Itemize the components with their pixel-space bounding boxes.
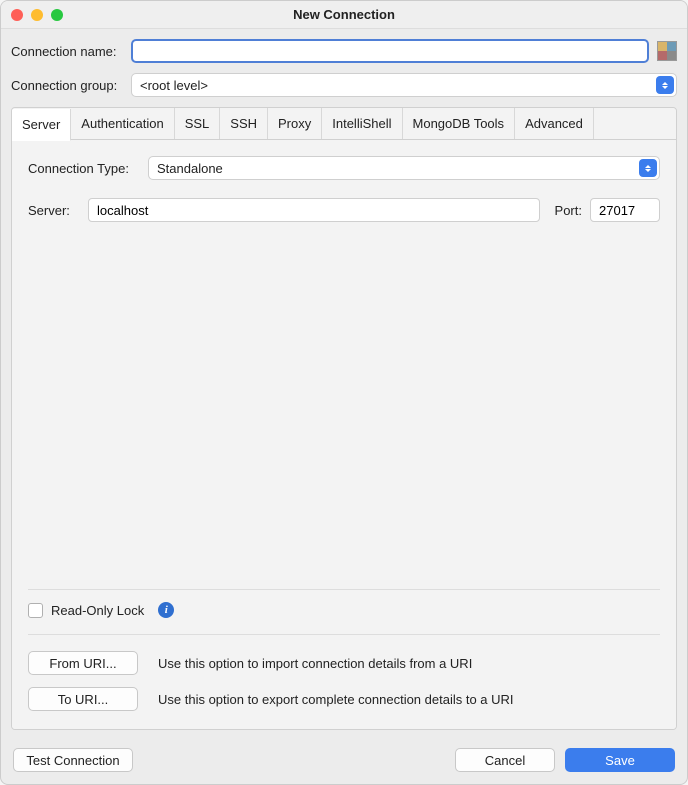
connection-name-input[interactable] bbox=[131, 39, 649, 63]
zoom-icon[interactable] bbox=[51, 9, 63, 21]
tab-ssl[interactable]: SSL bbox=[175, 108, 221, 139]
port-input[interactable] bbox=[590, 198, 660, 222]
tab-mongodb-tools[interactable]: MongoDB Tools bbox=[403, 108, 516, 139]
connection-group-value: <root level> bbox=[140, 78, 208, 93]
tab-authentication[interactable]: Authentication bbox=[71, 108, 174, 139]
tab-intellishell[interactable]: IntelliShell bbox=[322, 108, 402, 139]
window-controls bbox=[11, 1, 63, 28]
tab-proxy[interactable]: Proxy bbox=[268, 108, 322, 139]
titlebar: New Connection bbox=[1, 1, 687, 29]
minimize-icon[interactable] bbox=[31, 9, 43, 21]
divider bbox=[28, 634, 660, 635]
form-spacer bbox=[28, 240, 660, 585]
dialog-content: Connection name: Connection group: <root… bbox=[1, 29, 687, 738]
tab-container: Server Authentication SSL SSH Proxy Inte… bbox=[11, 107, 677, 730]
close-icon[interactable] bbox=[11, 9, 23, 21]
cancel-button[interactable]: Cancel bbox=[455, 748, 555, 772]
tab-advanced[interactable]: Advanced bbox=[515, 108, 594, 139]
save-button[interactable]: Save bbox=[565, 748, 675, 772]
tab-server[interactable]: Server bbox=[12, 109, 71, 141]
dialog-window: New Connection Connection name: Connecti… bbox=[0, 0, 688, 785]
connection-group-label: Connection group: bbox=[11, 78, 131, 93]
connection-type-row: Connection Type: Standalone bbox=[28, 156, 660, 180]
info-icon[interactable]: i bbox=[158, 602, 174, 618]
to-uri-row: To URI... Use this option to export comp… bbox=[28, 681, 660, 717]
server-row: Server: Port: bbox=[28, 198, 660, 222]
connection-type-value: Standalone bbox=[157, 161, 223, 176]
color-picker-icon[interactable] bbox=[657, 41, 677, 61]
chevron-updown-icon bbox=[639, 159, 657, 177]
connection-name-label: Connection name: bbox=[11, 44, 131, 59]
from-uri-row: From URI... Use this option to import co… bbox=[28, 645, 660, 681]
readonly-label: Read-Only Lock bbox=[51, 603, 144, 618]
from-uri-button[interactable]: From URI... bbox=[28, 651, 138, 675]
connection-type-label: Connection Type: bbox=[28, 161, 148, 176]
divider bbox=[28, 589, 660, 590]
to-uri-button[interactable]: To URI... bbox=[28, 687, 138, 711]
test-connection-button[interactable]: Test Connection bbox=[13, 748, 133, 772]
window-title: New Connection bbox=[293, 7, 395, 22]
dialog-footer: Test Connection Cancel Save bbox=[1, 738, 687, 784]
connection-group-select[interactable]: <root level> bbox=[131, 73, 677, 97]
server-label: Server: bbox=[28, 203, 88, 218]
connection-group-row: Connection group: <root level> bbox=[11, 73, 677, 97]
port-label: Port: bbox=[540, 203, 590, 218]
tab-bar: Server Authentication SSL SSH Proxy Inte… bbox=[12, 108, 676, 140]
tab-ssh[interactable]: SSH bbox=[220, 108, 268, 139]
from-uri-description: Use this option to import connection det… bbox=[158, 656, 472, 671]
server-input[interactable] bbox=[88, 198, 540, 222]
to-uri-description: Use this option to export complete conne… bbox=[158, 692, 514, 707]
connection-name-row: Connection name: bbox=[11, 39, 677, 63]
chevron-updown-icon bbox=[656, 76, 674, 94]
readonly-row: Read-Only Lock i bbox=[28, 600, 660, 630]
tab-body-server: Connection Type: Standalone Server: Port… bbox=[12, 140, 676, 729]
readonly-checkbox[interactable] bbox=[28, 603, 43, 618]
connection-type-select[interactable]: Standalone bbox=[148, 156, 660, 180]
